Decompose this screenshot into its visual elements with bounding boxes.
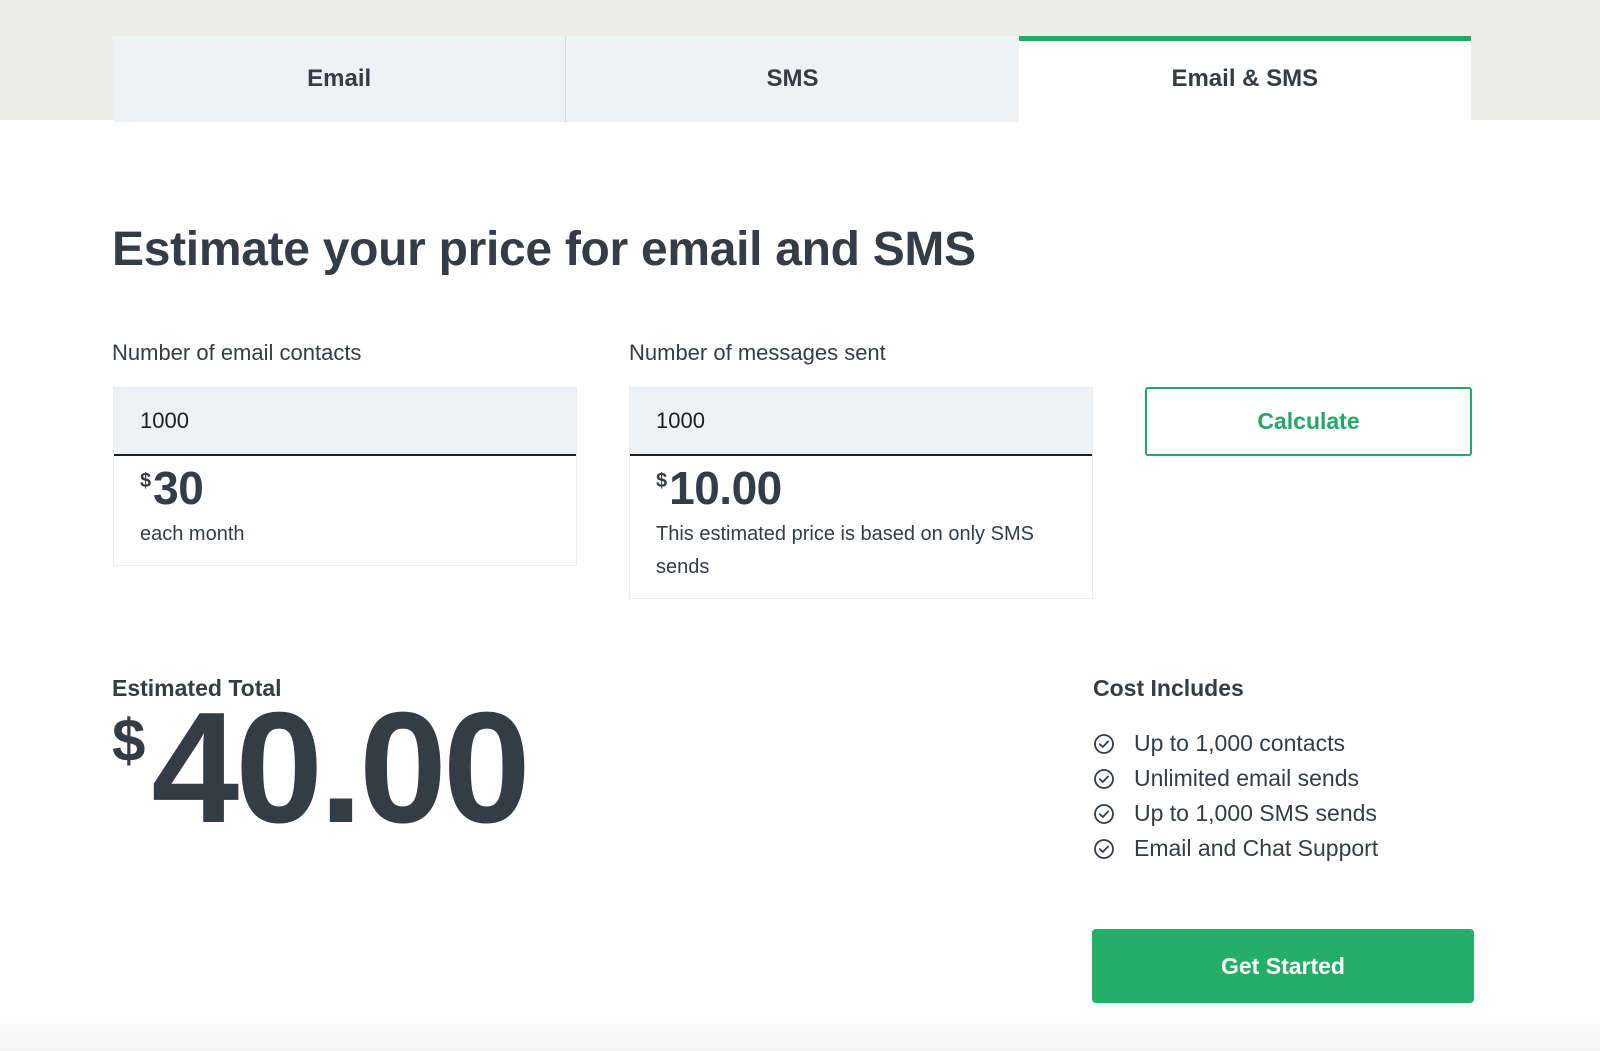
list-item: Up to 1,000 SMS sends bbox=[1093, 796, 1378, 831]
include-text: Up to 1,000 SMS sends bbox=[1134, 800, 1377, 826]
tab-email[interactable]: Email bbox=[113, 36, 566, 122]
email-price: $ 30 bbox=[114, 456, 576, 514]
cost-includes-list: Up to 1,000 contacts Unlimited email sen… bbox=[1093, 726, 1378, 866]
sms-price-card: $ 10.00 This estimated price is based on… bbox=[629, 387, 1093, 599]
bottom-fade bbox=[0, 1010, 1600, 1051]
email-price-card: $ 30 each month bbox=[113, 387, 577, 566]
tab-email-and-sms[interactable]: Email & SMS bbox=[1018, 36, 1471, 122]
check-circle-icon bbox=[1093, 733, 1115, 755]
sms-price-note: This estimated price is based on only SM… bbox=[656, 523, 1034, 578]
list-item: Email and Chat Support bbox=[1093, 831, 1378, 866]
sms-price-amount: 10.00 bbox=[669, 462, 782, 514]
check-circle-icon bbox=[1093, 838, 1115, 860]
page-title: Estimate your price for email and SMS bbox=[112, 223, 976, 276]
estimated-total: $ 40.00 bbox=[112, 680, 531, 856]
list-item: Up to 1,000 contacts bbox=[1093, 726, 1378, 761]
email-currency: $ bbox=[140, 470, 152, 492]
email-contacts-input[interactable] bbox=[114, 388, 576, 456]
messages-sent-input[interactable] bbox=[630, 388, 1092, 456]
plan-tabs: Email SMS Email & SMS bbox=[113, 36, 1471, 122]
total-currency: $ bbox=[112, 707, 146, 774]
messages-sent-label: Number of messages sent bbox=[629, 340, 886, 365]
sms-currency: $ bbox=[656, 470, 668, 492]
tab-sms[interactable]: SMS bbox=[565, 36, 1019, 122]
total-amount: 40.00 bbox=[151, 680, 530, 856]
list-item: Unlimited email sends bbox=[1093, 761, 1378, 796]
cost-includes-title: Cost Includes bbox=[1093, 675, 1244, 701]
check-circle-icon bbox=[1093, 803, 1115, 825]
check-circle-icon bbox=[1093, 768, 1115, 790]
include-text: Unlimited email sends bbox=[1134, 765, 1359, 791]
get-started-button[interactable]: Get Started bbox=[1092, 929, 1474, 1003]
email-price-note: each month bbox=[140, 523, 245, 545]
calculate-button[interactable]: Calculate bbox=[1145, 387, 1472, 456]
sms-price: $ 10.00 bbox=[630, 456, 1092, 514]
email-contacts-label: Number of email contacts bbox=[112, 340, 362, 365]
include-text: Email and Chat Support bbox=[1134, 835, 1379, 861]
include-text: Up to 1,000 contacts bbox=[1134, 730, 1345, 756]
email-price-amount: 30 bbox=[153, 462, 204, 514]
